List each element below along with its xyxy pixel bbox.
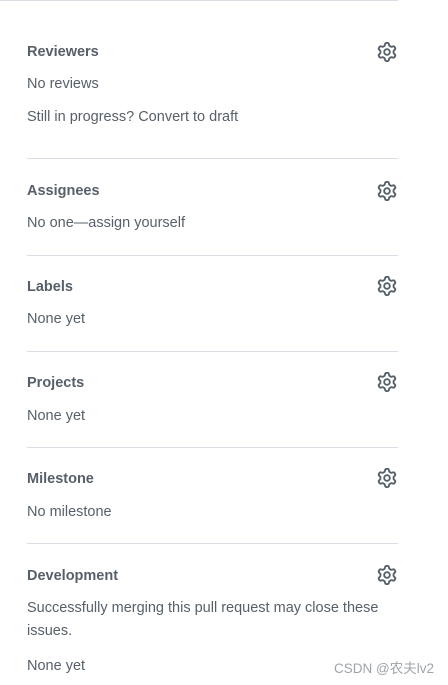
projects-gear-icon[interactable] <box>377 372 397 392</box>
section-divider <box>27 158 398 159</box>
section-divider <box>27 447 398 448</box>
section-divider <box>27 543 398 544</box>
assign-yourself-link[interactable]: No one—assign yourself <box>27 215 185 231</box>
assignees-heading[interactable]: Assignees <box>27 183 100 199</box>
milestone-gear-icon[interactable] <box>377 468 397 488</box>
convert-to-draft-link[interactable]: Still in progress? Convert to draft <box>27 109 238 125</box>
development-note: Successfully merging this pull request m… <box>27 600 379 639</box>
pr-sidebar: Reviewers No reviews Still in progress? … <box>0 0 448 685</box>
reviewers-empty-text: No reviews <box>27 76 99 92</box>
reviewers-gear-icon[interactable] <box>377 42 397 62</box>
projects-empty-text: None yet <box>27 408 86 424</box>
labels-gear-icon[interactable] <box>377 276 397 296</box>
milestone-heading[interactable]: Milestone <box>27 471 94 487</box>
projects-heading[interactable]: Projects <box>27 375 84 391</box>
reviewers-heading[interactable]: Reviewers <box>27 44 99 60</box>
section-divider <box>27 255 398 256</box>
labels-heading[interactable]: Labels <box>27 279 73 295</box>
development-empty-text: None yet <box>27 658 86 674</box>
development-gear-icon[interactable] <box>377 565 397 585</box>
top-divider <box>0 0 398 1</box>
section-divider <box>27 351 398 352</box>
development-heading[interactable]: Development <box>27 568 118 584</box>
watermark: CSDN @农夫lv2 <box>334 661 434 676</box>
milestone-empty-text: No milestone <box>27 504 112 520</box>
assignees-gear-icon[interactable] <box>377 181 397 201</box>
labels-empty-text: None yet <box>27 311 86 327</box>
